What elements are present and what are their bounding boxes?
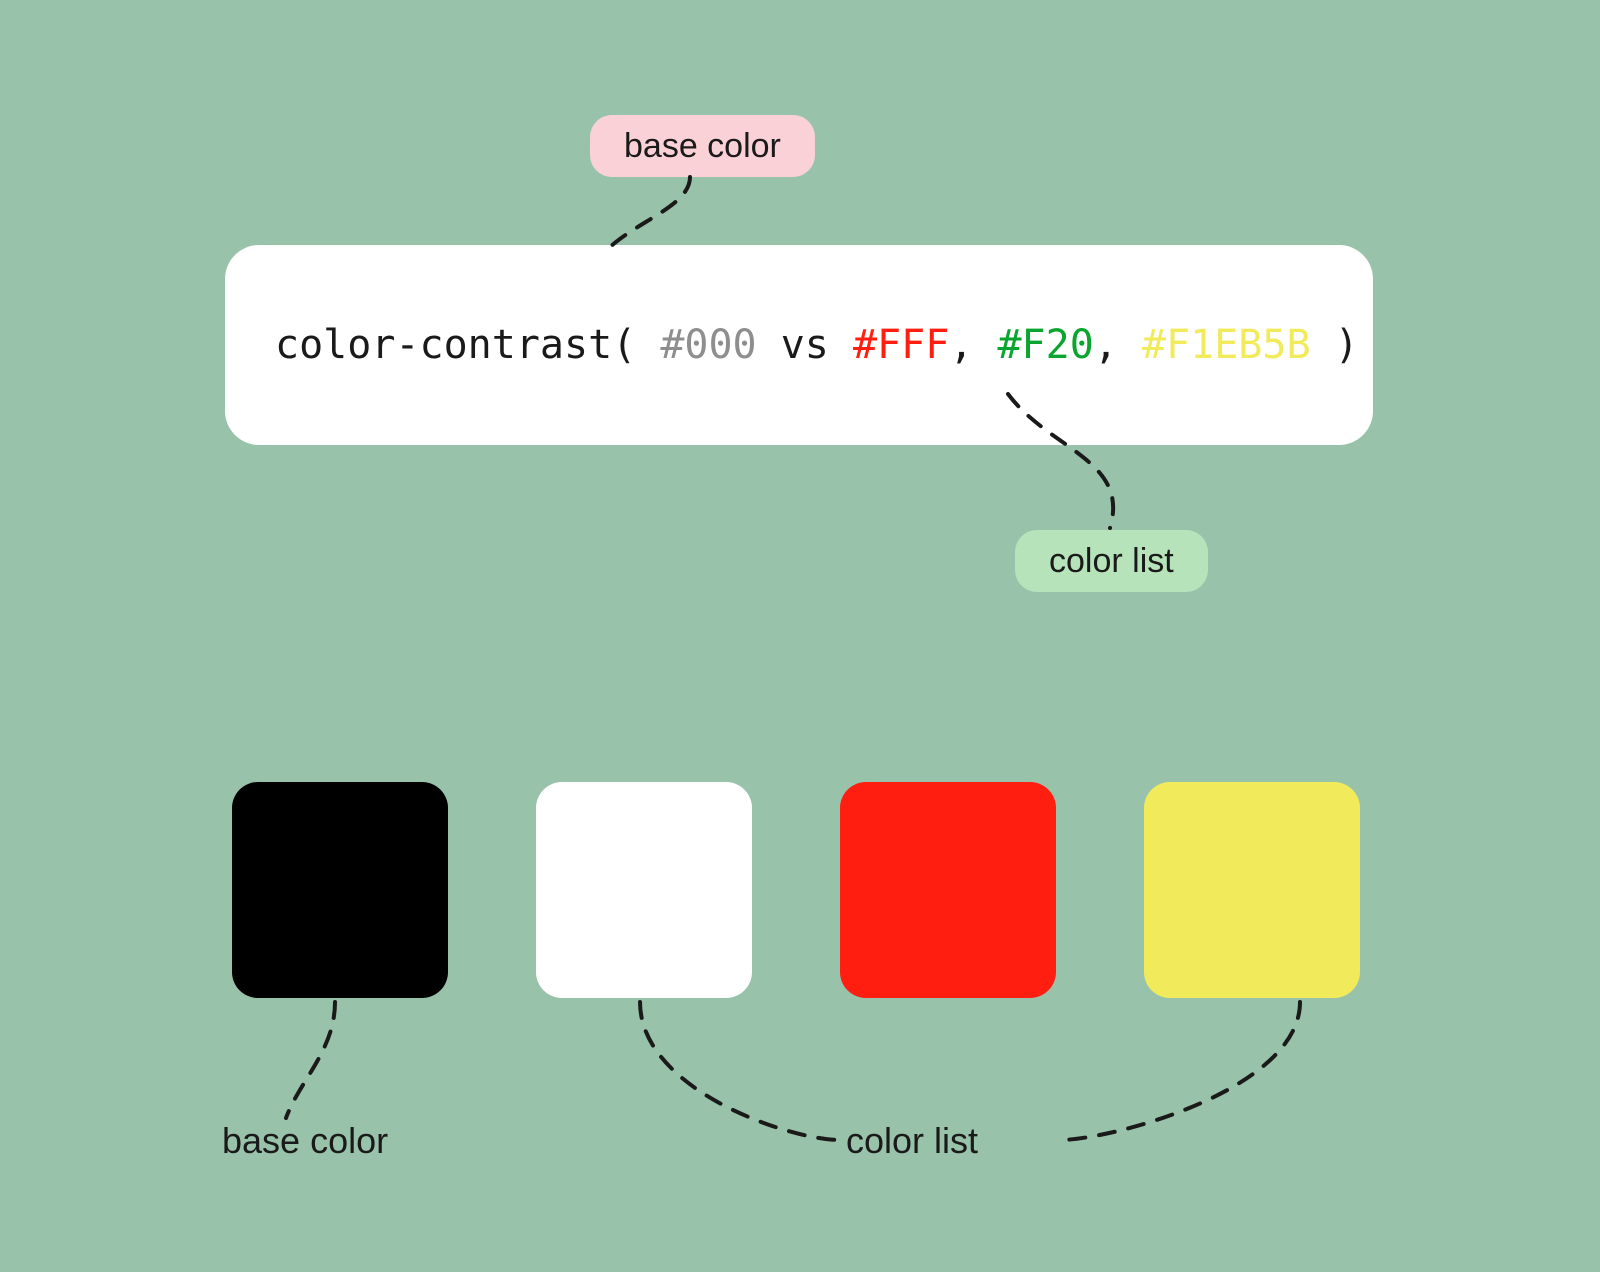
fn-open: color-contrast( — [275, 322, 660, 368]
connector-base-to-token — [600, 175, 780, 255]
swatch-white — [536, 782, 752, 998]
swatch-orange — [840, 782, 1056, 998]
vs-keyword: vs — [757, 322, 853, 368]
token-white: #FFF — [853, 322, 949, 368]
swatch-base — [232, 782, 448, 998]
fn-close: ) — [1311, 322, 1359, 368]
code-expression: color-contrast( #000 vs #FFF, #F20, #F1E… — [275, 322, 1359, 368]
swatch-row — [232, 782, 1360, 998]
sep2: , — [1094, 322, 1142, 368]
sep1: , — [949, 322, 997, 368]
color-list-caption: color list — [846, 1120, 978, 1162]
base-color-caption: base color — [222, 1120, 388, 1162]
connector-swatch-base-label — [280, 1000, 360, 1130]
diagram-canvas: base color color-contrast( #000 vs #FFF,… — [0, 0, 1600, 1272]
token-orange: #F20 — [997, 322, 1093, 368]
code-card: color-contrast( #000 vs #FFF, #F20, #F1E… — [225, 245, 1373, 445]
base-color-pill: base color — [590, 115, 815, 177]
token-base: #000 — [660, 322, 756, 368]
color-list-pill: color list — [1015, 530, 1208, 592]
token-yellow: #F1EB5B — [1142, 322, 1311, 368]
swatch-yellow — [1144, 782, 1360, 998]
